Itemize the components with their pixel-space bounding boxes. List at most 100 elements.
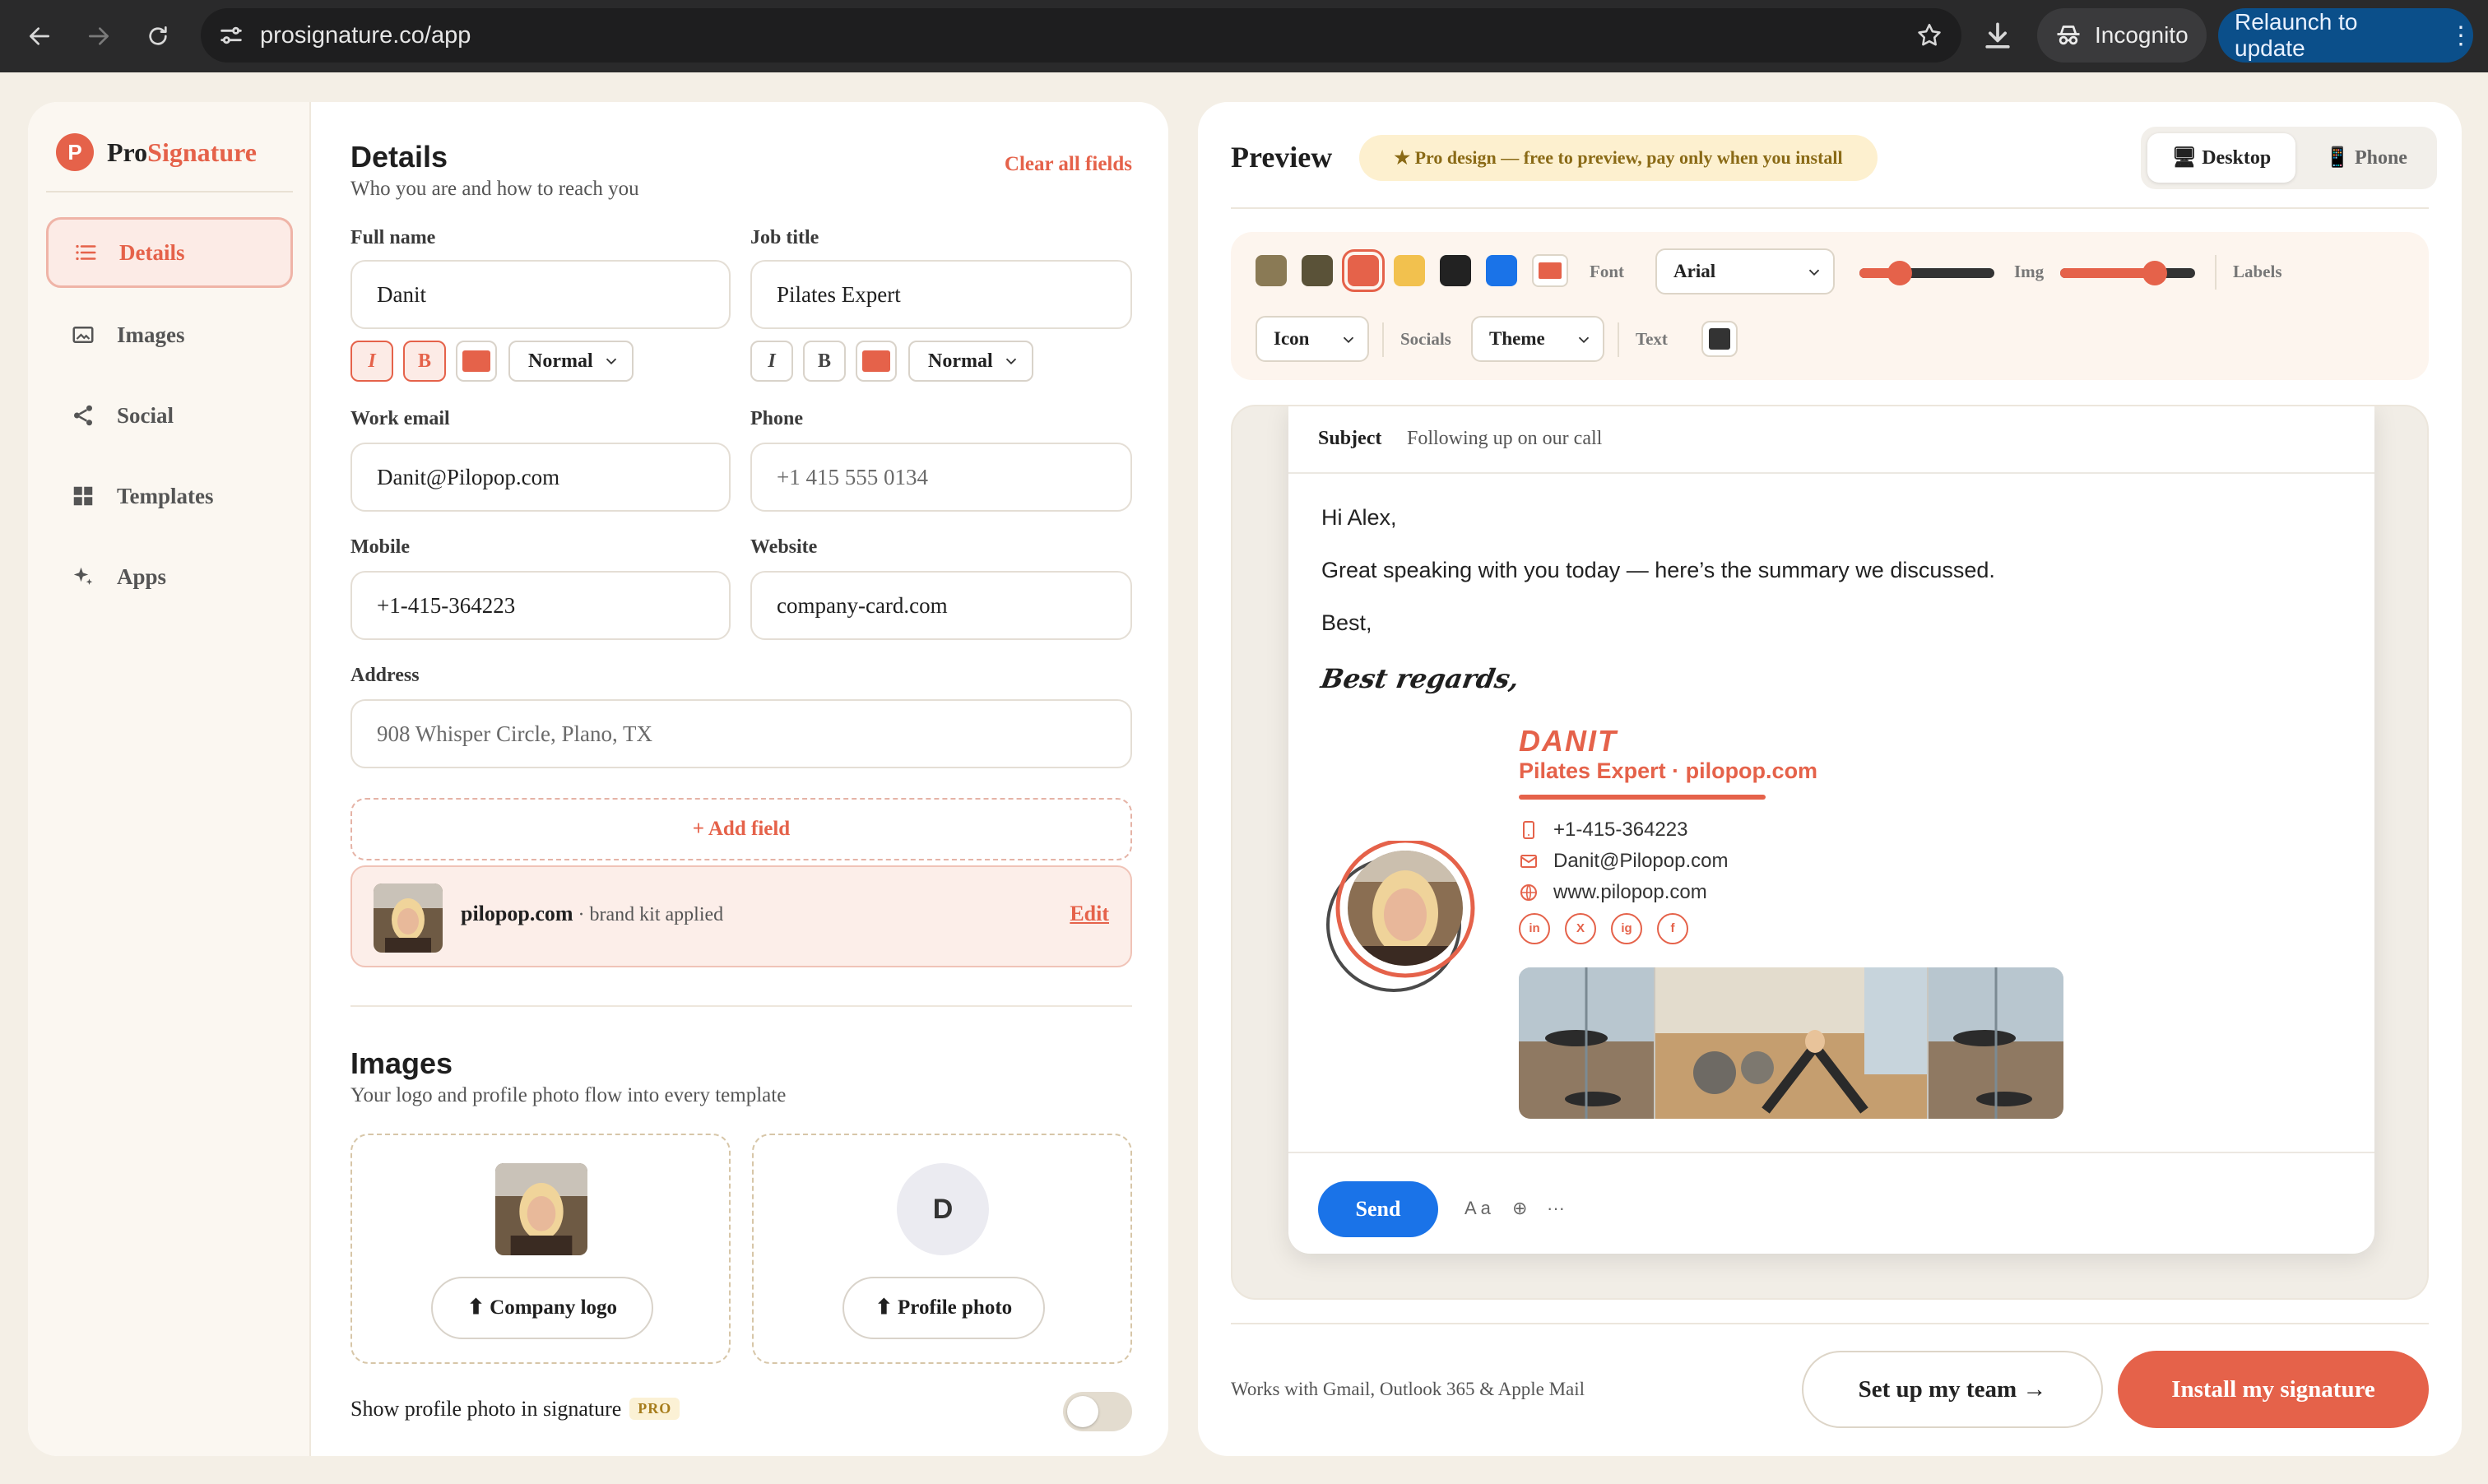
forward-icon[interactable] (79, 16, 118, 56)
mobile-input[interactable]: +1-415-364223 (350, 571, 731, 640)
signoff-text: Best regards, (1318, 663, 1522, 694)
relaunch-button[interactable]: Relaunch to update ⋮ (2218, 8, 2473, 63)
color-swatch-blue[interactable] (1486, 255, 1517, 286)
color-swatch-name[interactable] (456, 341, 497, 382)
profile-photo-dropzone[interactable]: D ⬆ Profile photo (752, 1134, 1132, 1364)
list-icon (72, 239, 100, 267)
full-name-input[interactable]: Danit (350, 260, 731, 329)
signature-name: DANIT (1519, 724, 1618, 758)
size-slider-knob[interactable] (1887, 261, 1913, 285)
reload-icon[interactable] (138, 16, 178, 56)
bookmark-star-icon[interactable] (1915, 21, 1943, 49)
section-divider (350, 1005, 1132, 1007)
color-swatch-yellow[interactable] (1394, 255, 1425, 286)
image-icon (69, 321, 97, 349)
relaunch-label: Relaunch to update (2235, 9, 2358, 61)
linkedin-icon[interactable]: in (1519, 913, 1550, 944)
email-closing: Best, (1321, 610, 1372, 635)
font-select[interactable]: Arial (1655, 248, 1835, 294)
website-input[interactable]: company-card.com (750, 571, 1132, 640)
bold-toggle-name[interactable]: B (403, 341, 446, 382)
size-slider[interactable] (1859, 261, 1994, 285)
text-format-icon[interactable]: A a (1464, 1198, 1491, 1219)
chevron-down-icon (1343, 336, 1354, 344)
send-button[interactable]: Send (1318, 1181, 1438, 1237)
text-color-swatch[interactable] (1701, 321, 1738, 357)
bold-toggle-title[interactable]: B (803, 341, 846, 382)
show-photo-toggle[interactable] (1063, 1392, 1132, 1431)
job-title-input[interactable]: Pilates Expert (750, 260, 1132, 329)
sidebar-item-images[interactable]: Images (46, 299, 293, 370)
italic-toggle-title[interactable]: I (750, 341, 793, 382)
img-size-slider[interactable] (2060, 261, 2195, 285)
x-icon[interactable]: X (1565, 913, 1596, 944)
color-swatch-black[interactable] (1440, 255, 1471, 286)
work-email-input[interactable]: Danit@Pilopop.com (350, 443, 731, 512)
signature-photo-gallery (1519, 967, 2063, 1119)
url-text: prosignature.co/app (260, 22, 471, 49)
company-logo-button[interactable]: ⬆ Company logo (431, 1277, 653, 1339)
install-signature-button[interactable]: Install my signature (2118, 1351, 2429, 1428)
color-swatch-coral[interactable] (1342, 249, 1385, 292)
job-title-label: Job title (750, 227, 819, 248)
sidebar-item-social[interactable]: Social (46, 380, 293, 451)
preview-panel: Preview ★ Pro design — free to preview, … (1198, 102, 2462, 1456)
sidebar-item-details[interactable]: Details (46, 217, 293, 288)
attach-icon[interactable]: ⊕ (1512, 1198, 1527, 1219)
desktop-view-button[interactable]: 🖥 Desktop (2147, 133, 2295, 183)
icon-style-select[interactable]: Icon (1256, 316, 1369, 362)
profile-photo-button[interactable]: ⬆ Profile photo (842, 1277, 1045, 1339)
chevron-down-icon (606, 358, 617, 365)
img-slider-knob[interactable] (2142, 261, 2167, 285)
sidebar-item-apps[interactable]: Apps (46, 541, 293, 612)
instagram-icon[interactable]: ig (1611, 913, 1642, 944)
set-up-team-button[interactable]: Set up my team → (1802, 1351, 2103, 1428)
img-label: Img (2014, 262, 2045, 281)
add-field-button[interactable]: + Add field (350, 798, 1132, 860)
brand-name: ProSignature (107, 137, 257, 167)
more-options-icon[interactable]: ··· (1547, 1198, 1565, 1219)
facebook-icon[interactable]: f (1657, 913, 1688, 944)
site-settings-icon[interactable] (217, 21, 245, 49)
clear-all-link[interactable]: Clear all fields (968, 153, 1132, 176)
color-swatch-dark-olive[interactable] (1302, 255, 1333, 286)
browser-toolbar: prosignature.co/app Incognito Relaunch t… (0, 0, 2488, 72)
profile-avatar: D (897, 1163, 989, 1255)
color-swatch-title[interactable] (856, 341, 897, 382)
brand-logo[interactable]: P ProSignature (56, 133, 257, 171)
toolbar-separator (1618, 322, 1619, 357)
custom-color-picker[interactable] (1532, 254, 1568, 287)
brand-kit-edit-link[interactable]: Edit (1070, 902, 1109, 926)
color-swatch-olive[interactable] (1256, 255, 1287, 286)
phone-label: Phone (750, 408, 804, 429)
address-input[interactable]: 908 Whisper Circle, Plano, TX (350, 699, 1132, 768)
incognito-indicator[interactable]: Incognito (2037, 8, 2207, 63)
toolbar-separator (1382, 322, 1384, 357)
back-icon[interactable] (20, 16, 59, 56)
address-label: Address (350, 665, 420, 686)
phone-input[interactable]: +1 415 555 0134 (750, 443, 1132, 512)
download-icon[interactable] (1980, 18, 2016, 54)
company-logo-dropzone[interactable]: ⬆ Company logo (350, 1134, 731, 1364)
details-subtitle: Who you are and how to reach you (350, 178, 639, 200)
size-select-title[interactable]: Normal (908, 341, 1033, 382)
signature-phone: +1-415-364223 (1553, 819, 1688, 841)
view-toggle: 🖥 Desktop 📱 Phone (2141, 127, 2437, 189)
italic-toggle-name[interactable]: I (350, 341, 393, 382)
signature-title: Pilates Expert · pilopop.com (1519, 758, 1818, 783)
signature-phone-row: +1-415-364223 (1519, 816, 1687, 844)
mobile-label: Mobile (350, 536, 410, 558)
sparkle-icon (69, 563, 97, 591)
globe-icon (1520, 884, 1537, 901)
size-select-name[interactable]: Normal (508, 341, 634, 382)
sidebar-item-templates[interactable]: Templates (46, 461, 293, 531)
theme-select[interactable]: Theme (1471, 316, 1604, 362)
phone-view-button[interactable]: 📱 Phone (2302, 133, 2430, 183)
more-menu-icon[interactable]: ⋮ (2449, 21, 2473, 50)
chevron-down-icon (1808, 269, 1820, 276)
address-bar[interactable]: prosignature.co/app (201, 8, 1961, 63)
sidebar-divider (46, 191, 293, 192)
images-title: Images (350, 1046, 453, 1080)
subject-value[interactable]: Following up on our call (1407, 428, 1602, 450)
signature-profile-photo (1326, 841, 1475, 992)
